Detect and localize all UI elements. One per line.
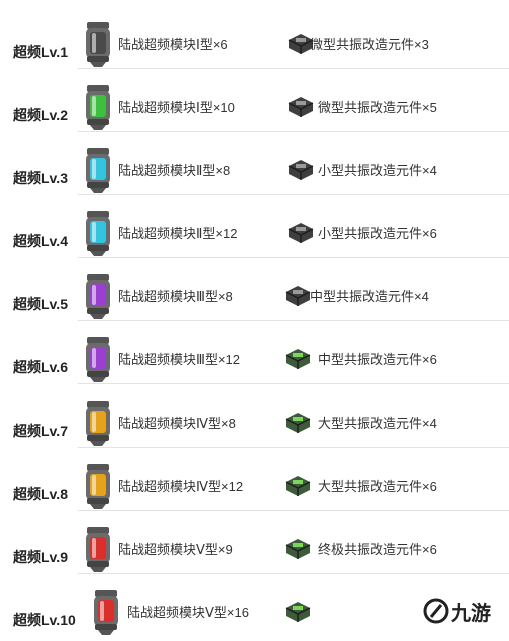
row-divider (78, 573, 509, 574)
component-requirement: 微型共振改造元件×3 (310, 37, 429, 52)
module-requirement: 陆战超频模块Ⅳ型×12 (118, 479, 244, 494)
component-requirement: 中型共振改造元件×4 (310, 289, 429, 304)
component-requirement: 中型共振改造元件×6 (318, 352, 437, 367)
level-row: 超频Lv.4 陆战超频模块Ⅱ型×12 小型共振改造元件×6 (0, 197, 509, 260)
module-icon (92, 588, 120, 641)
jiuyou-logo-icon: 九游 (423, 598, 491, 625)
module-requirement: 陆战超频模块Ⅲ型×8 (118, 289, 233, 304)
module-requirement: 陆战超频模块Ⅳ型×8 (118, 416, 236, 431)
module-requirement: 陆战超频模块Ⅴ型×9 (118, 542, 233, 557)
level-row: 超频Lv.7 陆战超频模块Ⅳ型×8 大型共振改造元件×4 (0, 387, 509, 450)
row-divider (78, 383, 509, 384)
module-requirement: 陆战超频模块Ⅲ型×12 (118, 352, 241, 367)
component-requirement: 小型共振改造元件×6 (318, 226, 437, 241)
row-divider (78, 68, 509, 69)
level-label: 超频Lv.1 (13, 44, 68, 60)
row-divider (78, 131, 509, 132)
level-row: 超频Lv.1 陆战超频模块Ⅰ型×6 微型共振改造元件×3 (0, 8, 509, 71)
component-icon (282, 472, 314, 503)
module-icon (84, 335, 112, 388)
module-icon (84, 83, 112, 136)
component-icon (282, 345, 314, 376)
level-label: 超频Lv.3 (13, 170, 68, 186)
module-icon (84, 525, 112, 578)
level-row: 超频Lv.8 陆战超频模块Ⅳ型×12 大型共振改造元件×6 (0, 450, 509, 513)
module-icon (84, 462, 112, 515)
svg-text:九游: 九游 (450, 601, 491, 625)
module-requirement: 陆战超频模块Ⅱ型×8 (118, 163, 231, 178)
row-divider (78, 320, 509, 321)
module-requirement: 陆战超频模块Ⅴ型×16 (127, 605, 249, 620)
component-icon (282, 535, 314, 566)
component-requirement: 小型共振改造元件×4 (318, 163, 437, 178)
level-row: 超频Lv.2 陆战超频模块Ⅰ型×10 微型共振改造元件×5 (0, 71, 509, 134)
module-requirement: 陆战超频模块Ⅰ型×6 (118, 37, 228, 52)
row-divider (78, 257, 509, 258)
level-row: 超频Lv.9 陆战超频模块Ⅴ型×9 终极共振改造元件×6 (0, 513, 509, 576)
level-row: 超频Lv.6 陆战超频模块Ⅲ型×12 中型共振改造元件×6 (0, 323, 509, 386)
level-label: 超频Lv.6 (13, 359, 68, 375)
row-divider (78, 194, 509, 195)
level-label: 超频Lv.5 (13, 296, 68, 312)
level-label: 超频Lv.7 (13, 423, 68, 439)
jiuyou-watermark: 九游 (421, 595, 501, 634)
component-requirement: 终极共振改造元件×6 (318, 542, 437, 557)
component-icon (285, 93, 317, 124)
level-label: 超频Lv.2 (13, 107, 68, 123)
module-icon (84, 272, 112, 325)
module-requirement: 陆战超频模块Ⅰ型×10 (118, 100, 235, 115)
module-icon (84, 209, 112, 262)
component-icon (285, 219, 317, 250)
level-label: 超频Lv.10 (13, 612, 76, 628)
component-icon (285, 156, 317, 187)
level-row: 超频Lv.5 陆战超频模块Ⅲ型×8 中型共振改造元件×4 (0, 260, 509, 323)
module-icon (84, 146, 112, 199)
component-icon (282, 409, 314, 440)
component-requirement: 大型共振改造元件×4 (318, 416, 437, 431)
component-requirement: 微型共振改造元件×5 (318, 100, 437, 115)
module-requirement: 陆战超频模块Ⅱ型×12 (118, 226, 238, 241)
module-icon (84, 399, 112, 452)
level-label: 超频Lv.8 (13, 486, 68, 502)
component-icon (282, 598, 314, 629)
module-icon (84, 20, 112, 73)
level-row: 超频Lv.3 陆战超频模块Ⅱ型×8 小型共振改造元件×4 (0, 134, 509, 197)
row-divider (78, 447, 509, 448)
level-label: 超频Lv.4 (13, 233, 68, 249)
component-requirement: 大型共振改造元件×6 (318, 479, 437, 494)
level-label: 超频Lv.9 (13, 549, 68, 565)
row-divider (78, 510, 509, 511)
